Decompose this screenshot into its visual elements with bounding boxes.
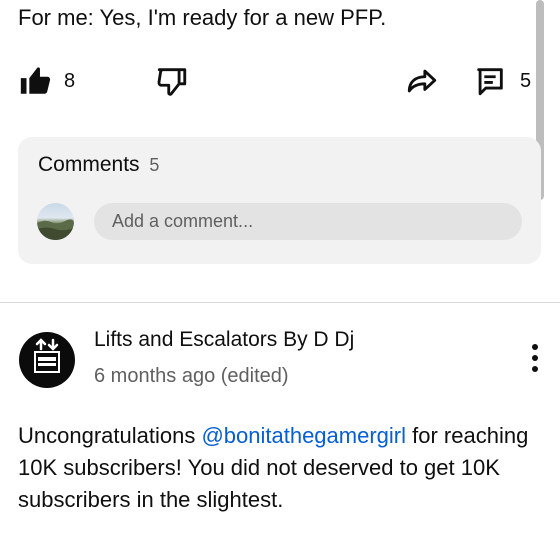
share-button[interactable] <box>404 58 440 104</box>
thumbs-down-icon <box>157 68 187 96</box>
elevator-logo-icon <box>34 338 60 373</box>
thumbs-up-icon <box>20 67 51 94</box>
dislike-button[interactable] <box>155 58 189 104</box>
user-avatar <box>37 203 74 240</box>
comments-section[interactable]: Comments 5 Add a comment... <box>18 137 541 264</box>
divider <box>0 302 560 303</box>
comment-timestamp: 6 months ago (edited) <box>94 365 289 387</box>
comment-text: Uncongratulations @bonitathegamergirl fo… <box>18 420 548 516</box>
landscape-avatar-image <box>37 219 74 240</box>
comments-button[interactable]: 5 <box>472 58 531 104</box>
comment-text-before: Uncongratulations <box>18 423 202 448</box>
post-text: For me: Yes, I'm ready for a new PFP. <box>18 5 387 30</box>
share-icon <box>407 69 437 93</box>
comment-icon <box>477 68 503 96</box>
more-options-icon[interactable] <box>524 344 546 378</box>
channel-avatar[interactable] <box>19 332 75 388</box>
comments-title: Comments <box>38 153 140 176</box>
post-actions-bar: 8 5 <box>0 58 560 104</box>
comment-author[interactable]: Lifts and Escalators By D Dj <box>94 328 354 352</box>
like-count: 8 <box>64 69 76 92</box>
mention-link[interactable]: @bonitathegamergirl <box>201 423 406 448</box>
community-post-view: For me: Yes, I'm ready for a new PFP. 8 … <box>0 0 560 560</box>
like-button[interactable]: 8 <box>18 58 75 104</box>
add-comment-input[interactable]: Add a comment... <box>94 203 522 240</box>
comments-header: Comments 5 <box>38 153 159 177</box>
comments-count: 5 <box>149 155 160 175</box>
comment-count: 5 <box>520 69 532 92</box>
